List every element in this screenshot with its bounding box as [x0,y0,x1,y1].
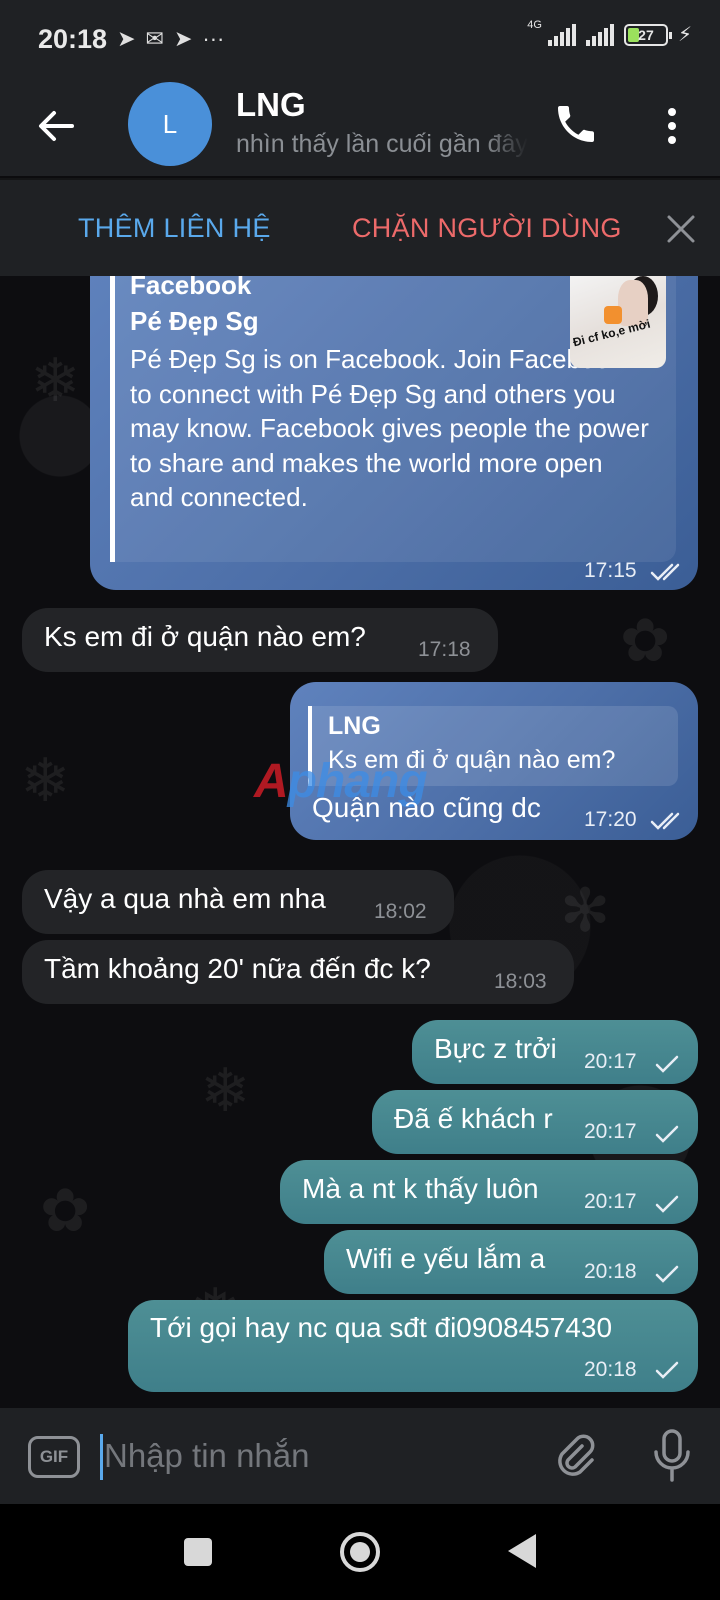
double-check-icon [650,563,680,581]
message-text: Tới gọi hay nc qua sđt đi0908457430 [150,1312,613,1343]
system-back-button[interactable] [508,1534,536,1568]
message-text: Đã ế khách r [394,1103,553,1134]
avatar-letter: L [162,108,178,139]
phone-icon [558,106,594,142]
status-time: 20:18 [38,23,108,54]
background-pattern-icon: ❄ [30,347,81,414]
link-preview-site: Facebook [130,276,252,300]
microphone-icon [654,1429,690,1482]
message-text: Bực z trởi [434,1033,557,1064]
gif-button[interactable]: GIF [28,1436,80,1478]
telegram-icon: ➤ [117,26,136,51]
avatar[interactable]: L [128,82,212,166]
check-icon [655,1125,679,1143]
message-text: Mà a nt k thấy luôn [302,1173,539,1204]
charging-icon: ⚡ [677,24,692,46]
close-icon [667,215,695,243]
message-input[interactable] [104,1430,514,1482]
message-time: 18:02 [374,900,427,923]
message-text: Ks em đi ở quận nào em? [44,621,366,652]
attach-button[interactable] [552,1432,600,1480]
message-time: 17:20 [584,808,637,831]
recent-apps-button[interactable] [184,1538,212,1566]
back-button[interactable] [36,106,76,146]
close-action-bar-button[interactable] [664,212,698,246]
background-pattern-icon: ✿ [620,607,671,674]
system-navigation-bar [0,1504,720,1600]
call-button[interactable] [552,100,600,148]
link-preview-description: Pé Đẹp Sg is on Facebook. Join Facebook … [130,344,649,512]
signal-icon [547,23,576,46]
last-seen-status: nhìn thấy lần cuối gần đây [236,130,528,158]
message-input-bar: GIF [0,1408,720,1504]
chat-messages-area[interactable]: ❄ ✿ ❄ ✻ ❄ ✿ ❅ ❄ Facebook Pé Đẹp Sg Pé Đẹ… [0,276,720,1408]
message-time: 20:17 [584,1050,637,1073]
background-pattern-icon: ❄ [20,747,71,814]
background-pattern-icon: ✿ [40,1177,91,1244]
more-notifications-icon: ··· [202,26,225,51]
double-check-icon [650,812,680,830]
link-preview-thumbnail[interactable]: Đi cf ko,e mời [570,276,666,368]
check-icon [655,1361,679,1379]
network-type: 4G [527,18,542,31]
paperclip-icon [558,1434,595,1476]
background-pattern-icon: ❄ [200,1057,251,1124]
messenger-icon: ✉ [145,26,164,51]
message-text: Quận nào cũng dc [312,792,541,823]
text-cursor [100,1434,103,1480]
message-time: 18:03 [494,970,547,993]
message-time: 20:18 [584,1358,637,1381]
contact-action-bar: THÊM LIÊN HỆ CHẶN NGƯỜI DÙNG [0,178,720,276]
chat-header: L LNG nhìn thấy lần cuối gần đây [0,78,720,176]
telegram-icon-2: ➤ [173,26,193,51]
battery-icon: 27 [623,23,672,46]
message-text: Wifi e yếu lắm a [346,1243,546,1274]
system-status: 4G 27 ⚡ [527,18,692,47]
message-text: Tầm khoảng 20' nữa đến đc k? [44,953,431,984]
message-time: 17:18 [418,638,471,661]
gif-label: GIF [39,1447,69,1466]
message-text: Vậy a qua nhà em nha [44,883,326,914]
notification-icons: ➤ ✉ ➤ ··· [117,26,224,52]
microphone-button[interactable] [652,1428,692,1484]
back-arrow-icon [39,111,74,141]
battery-level: 27 [638,26,654,43]
block-user-button[interactable]: CHẶN NGƯỜI DÙNG [352,213,622,244]
check-icon [655,1195,679,1213]
message-time: 20:18 [584,1260,637,1283]
check-icon [655,1265,679,1283]
check-icon [655,1055,679,1073]
status-bar: 20:18 ➤ ✉ ➤ ··· 4G 27 ⚡ [0,0,720,78]
home-button[interactable] [340,1532,380,1572]
message-time: 17:15 [584,559,637,582]
background-pattern-icon: ✻ [560,877,611,944]
link-preview-title: Pé Đẹp Sg [130,306,259,336]
message-time: 20:17 [584,1120,637,1143]
more-options-button[interactable] [660,104,684,148]
reply-author: LNG [328,712,381,740]
message-time: 20:17 [584,1190,637,1213]
signal-icon-2 [585,23,614,46]
add-contact-button[interactable]: THÊM LIÊN HỆ [78,213,271,244]
contact-name[interactable]: LNG [236,86,306,124]
